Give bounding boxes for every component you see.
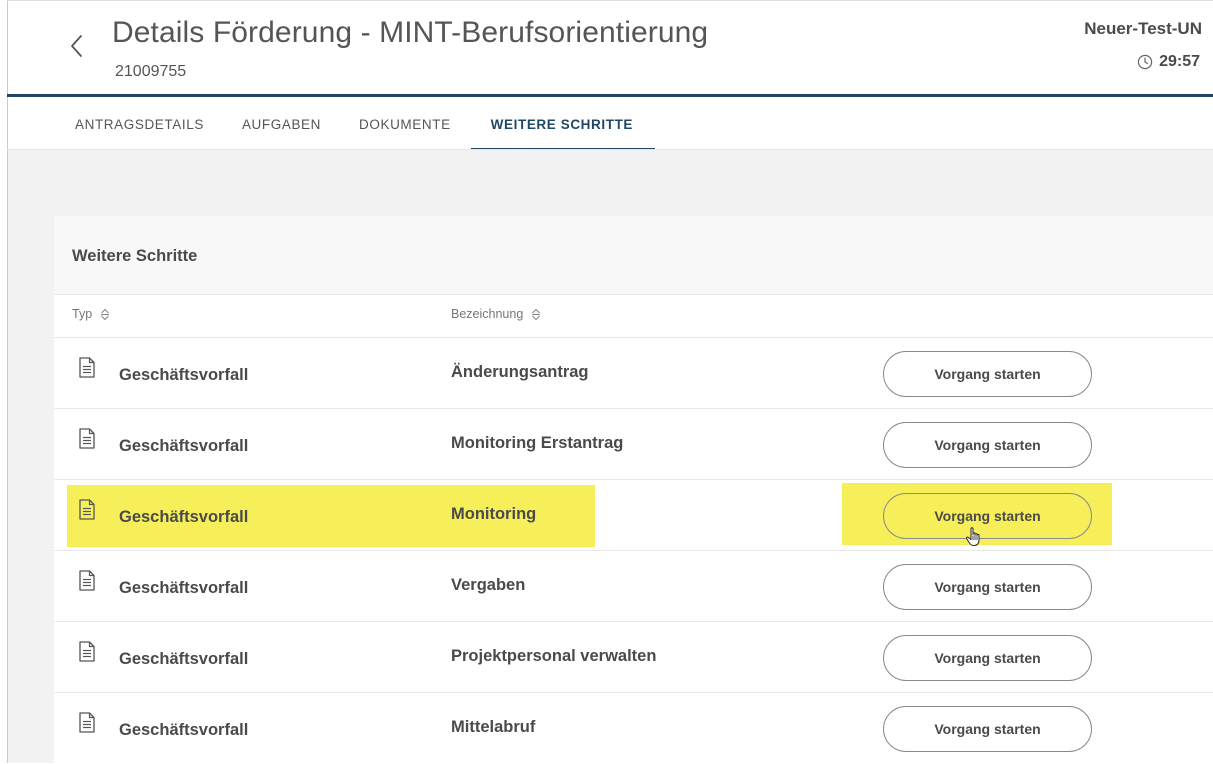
column-header-typ[interactable]: Typ	[72, 307, 110, 321]
start-process-button[interactable]: Vorgang starten	[883, 564, 1092, 610]
table-row: Geschäftsvorfall Vergaben Vorgang starte…	[54, 551, 1213, 622]
row-name: Monitoring Erstantrag	[451, 434, 624, 452]
column-label-bezeichnung: Bezeichnung	[451, 307, 524, 321]
row-name: Projektpersonal verwalten	[451, 647, 657, 665]
tab-dokumente[interactable]: DOKUMENTE	[359, 97, 451, 149]
row-type: Geschäftsvorfall	[119, 721, 249, 739]
table-row: Geschäftsvorfall Mittelabruf Vorgang sta…	[54, 693, 1213, 764]
page-title: Details Förderung - MINT-Berufsorientier…	[112, 16, 709, 49]
hand-cursor-icon	[964, 526, 984, 548]
window-top-edge	[7, 0, 1213, 1]
row-name: Mittelabruf	[451, 718, 536, 736]
sort-icon	[101, 308, 110, 320]
row-type: Geschäftsvorfall	[119, 366, 249, 384]
column-header-bezeichnung[interactable]: Bezeichnung	[451, 307, 541, 321]
sort-icon	[532, 308, 541, 320]
tab-antragsdetails[interactable]: ANTRAGSDETAILS	[75, 97, 204, 149]
card-header: Weitere Schritte	[54, 216, 1213, 295]
row-name: Monitoring	[451, 505, 537, 523]
tab-aufgaben[interactable]: AUFGABEN	[242, 97, 321, 149]
table-row-highlighted: Geschäftsvorfall Monitoring Vorgang star…	[54, 480, 1213, 551]
card-title: Weitere Schritte	[72, 247, 198, 265]
start-process-button[interactable]: Vorgang starten	[883, 422, 1092, 468]
tab-weitere-schritte[interactable]: WEITERE SCHRITTE	[470, 97, 656, 151]
back-button[interactable]	[64, 28, 90, 64]
document-icon	[79, 357, 95, 378]
row-type: Geschäftsvorfall	[119, 579, 249, 597]
further-steps-card: Weitere Schritte Typ Bezeichnung Geschäf…	[54, 216, 1213, 763]
table-row: Geschäftsvorfall Änderungsantrag Vorgang…	[54, 338, 1213, 409]
column-label-typ: Typ	[72, 307, 93, 321]
table-row: Geschäftsvorfall Monitoring Erstantrag V…	[54, 409, 1213, 480]
document-icon	[79, 641, 95, 662]
user-name: Neuer-Test-UN	[1084, 19, 1202, 38]
session-timer: 29:57	[1137, 53, 1200, 71]
start-process-button[interactable]: Vorgang starten	[883, 635, 1092, 681]
chevron-left-icon	[71, 35, 82, 57]
timer-value: 29:57	[1159, 53, 1200, 70]
application-id: 21009755	[115, 63, 187, 80]
clock-icon	[1137, 54, 1153, 70]
row-name: Änderungsantrag	[451, 363, 589, 381]
row-type: Geschäftsvorfall	[119, 650, 249, 668]
row-type: Geschäftsvorfall	[119, 508, 249, 526]
start-process-button[interactable]: Vorgang starten	[883, 706, 1092, 752]
document-icon	[79, 570, 95, 591]
document-icon	[79, 712, 95, 733]
document-icon	[79, 428, 95, 449]
start-process-button[interactable]: Vorgang starten	[883, 493, 1092, 539]
row-name: Vergaben	[451, 576, 526, 594]
table-row: Geschäftsvorfall Projektpersonal verwalt…	[54, 622, 1213, 693]
document-icon	[79, 499, 95, 520]
start-process-button[interactable]: Vorgang starten	[883, 351, 1092, 397]
row-type: Geschäftsvorfall	[119, 437, 249, 455]
tab-bar: ANTRAGSDETAILS AUFGABEN DOKUMENTE WEITER…	[75, 97, 671, 151]
